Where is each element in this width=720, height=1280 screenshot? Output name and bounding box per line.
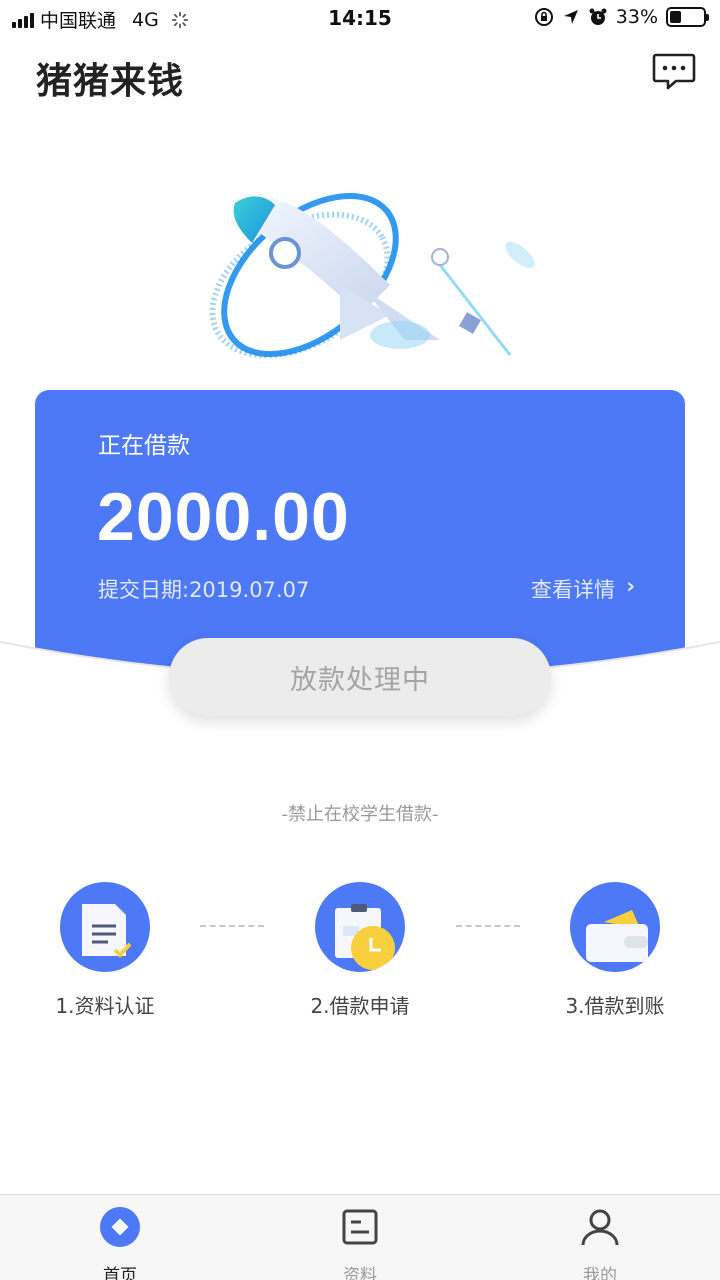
loan-amount: 2000.00: [97, 479, 350, 555]
document-check-icon: [60, 882, 150, 972]
rotation-lock-icon: [534, 8, 553, 26]
rocket-illustration: [209, 192, 535, 359]
tab-label: 首页: [103, 1266, 137, 1280]
step-connector: [456, 925, 520, 927]
app-title: 猪猪来钱: [36, 61, 185, 102]
submit-date: 提交日期:2019.07.07: [98, 578, 310, 602]
clipboard-clock-icon: [315, 882, 405, 972]
student-loan-notice: -禁止在校学生借款-: [281, 804, 439, 825]
tab-profile-data[interactable]: 资料: [300, 1205, 420, 1280]
step-connector: [200, 925, 264, 927]
step-label: 3.借款到账: [565, 994, 665, 1018]
battery-icon: [666, 7, 709, 27]
bottom-tab-bar: 首页 资料 我的: [0, 1194, 720, 1280]
wallet-icon: [570, 882, 660, 972]
user-icon: [581, 1209, 619, 1246]
chevron-right-icon: ›: [626, 574, 635, 598]
profile-card-icon: [342, 1209, 378, 1245]
tab-home[interactable]: 首页: [60, 1205, 180, 1280]
tab-label: 我的: [583, 1266, 617, 1280]
loan-status-label: 正在借款: [98, 433, 190, 459]
step-apply: 2.借款申请: [290, 882, 430, 1019]
step-received: 3.借款到账: [545, 882, 685, 1019]
tab-label: 资料: [343, 1266, 377, 1280]
alarm-icon: [589, 8, 607, 25]
location-icon: [563, 10, 578, 24]
battery-percent: 33%: [615, 6, 658, 28]
step-verify: 1.资料认证: [35, 882, 175, 1019]
step-label: 2.借款申请: [310, 994, 410, 1018]
disbursing-status-button[interactable]: 放款处理中: [169, 638, 551, 716]
view-details-link[interactable]: 查看详情 ›: [531, 574, 635, 604]
status-bar: 中国联通 4G 14:15 33%: [0, 0, 720, 38]
step-label: 1.资料认证: [55, 994, 155, 1018]
chat-bubble-icon[interactable]: [652, 52, 696, 92]
home-diamond-icon: [100, 1207, 140, 1247]
tab-mine[interactable]: 我的: [540, 1205, 660, 1280]
view-details-label: 查看详情: [531, 578, 615, 602]
